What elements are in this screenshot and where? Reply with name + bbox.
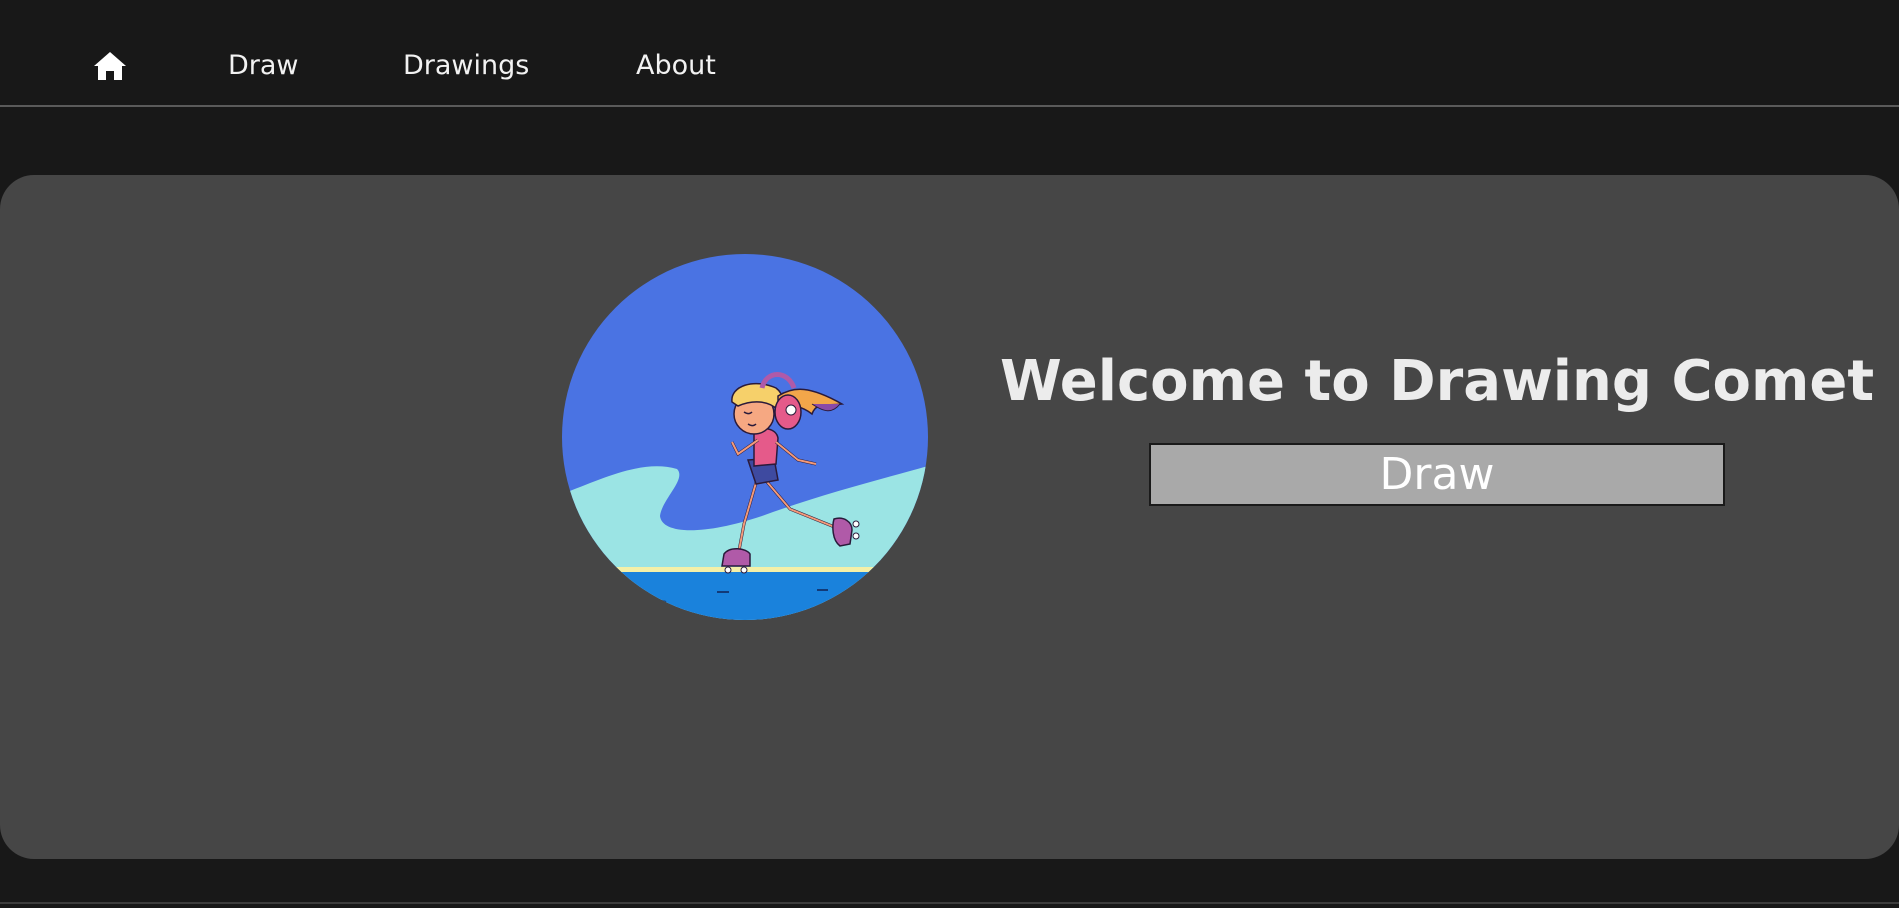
- nav-link-draw[interactable]: Draw: [228, 48, 299, 84]
- nav-link-drawings[interactable]: Drawings: [403, 48, 529, 84]
- roller-skater-illustration: [562, 254, 928, 620]
- nav-link-about[interactable]: About: [636, 48, 716, 84]
- draw-button[interactable]: Draw: [1149, 443, 1725, 506]
- hero-card: [0, 175, 1899, 859]
- footer-divider: [0, 902, 1899, 904]
- hero-title: Welcome to Drawing Comet: [1000, 348, 1875, 414]
- navbar: Draw Drawings About: [0, 0, 1899, 107]
- home-icon[interactable]: [92, 50, 128, 82]
